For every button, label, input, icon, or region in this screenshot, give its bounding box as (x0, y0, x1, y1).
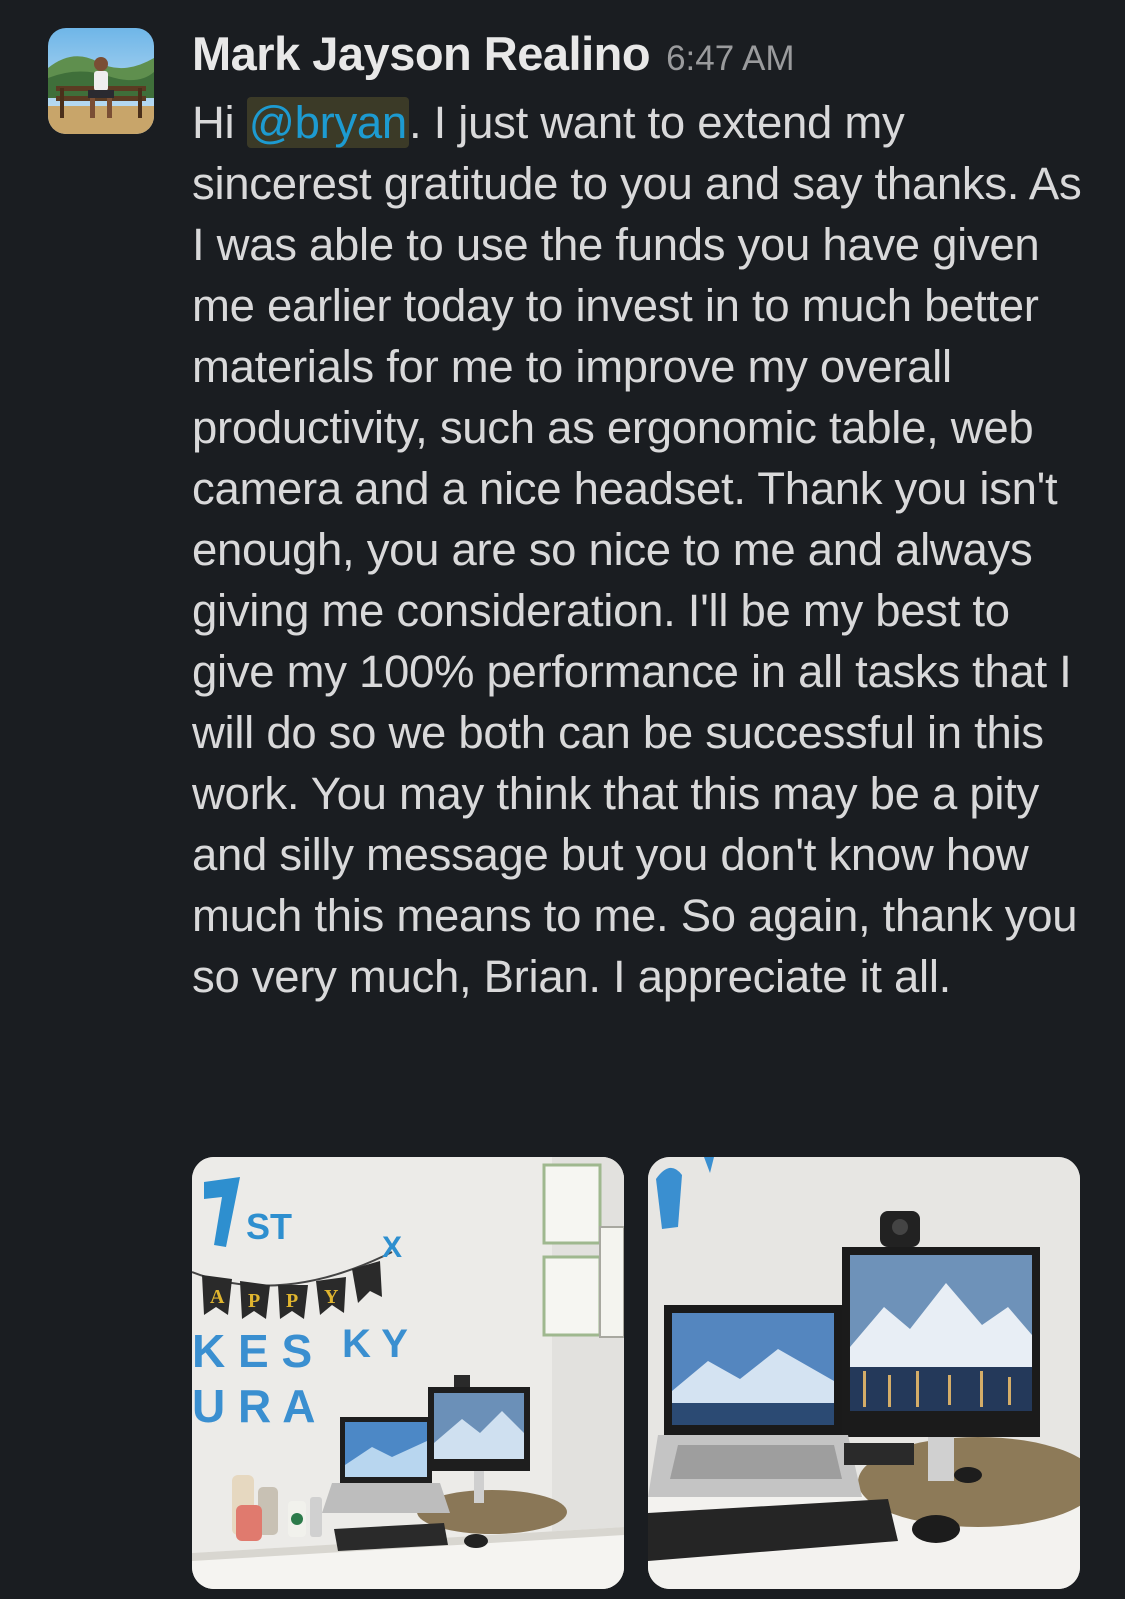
message-text-rest: . I just want to extend my sincerest gra… (192, 97, 1082, 1002)
image-photo-icon: ST A P P Y X K E S K Y U R A (192, 1157, 624, 1589)
svg-text:P: P (248, 1290, 260, 1312)
svg-text:Y: Y (324, 1286, 339, 1308)
svg-text:X: X (382, 1231, 402, 1264)
svg-text:K Y: K Y (342, 1322, 408, 1366)
avatar[interactable] (48, 28, 154, 134)
svg-text:U R A: U R A (192, 1380, 316, 1432)
sender-name[interactable]: Mark Jayson Realino (192, 26, 651, 81)
image-attachment-2[interactable] (648, 1157, 1080, 1589)
user-mention[interactable]: @bryan (246, 97, 409, 148)
svg-text:P: P (286, 1290, 298, 1312)
message-body: Hi @bryan. I just want to extend my sinc… (192, 92, 1082, 1007)
image-photo-icon (648, 1157, 1080, 1589)
message-timestamp[interactable]: 6:47 AM (666, 39, 794, 79)
svg-text:A: A (210, 1286, 225, 1308)
svg-text:ST: ST (246, 1206, 292, 1247)
svg-text:K E S: K E S (192, 1325, 312, 1377)
message-header: Mark Jayson Realino 6:47 AM (192, 26, 795, 81)
message-text-start: Hi (192, 97, 247, 148)
image-attachment-1[interactable]: ST A P P Y X K E S K Y U R A (192, 1157, 624, 1589)
chat-message: Mark Jayson Realino 6:47 AM Hi @bryan. I… (0, 0, 1125, 1599)
